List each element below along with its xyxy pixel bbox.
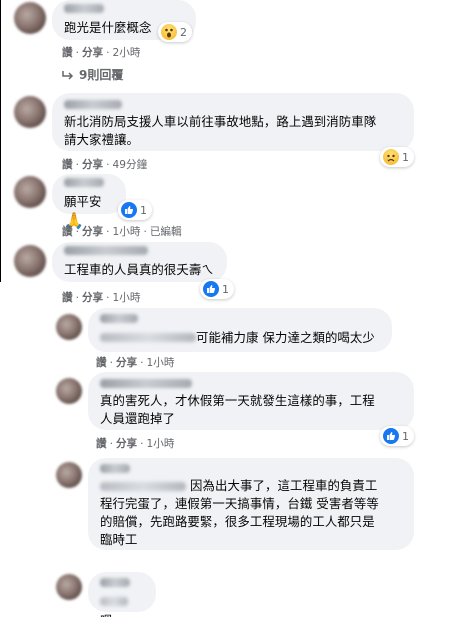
replier-name-blurred[interactable] — [100, 578, 130, 587]
comment-actions: 讚 · 分享 · 1小時 — [62, 292, 141, 304]
like-link[interactable]: 讚 — [62, 159, 73, 171]
comment-time[interactable]: 2小時 — [113, 47, 141, 59]
reaction-count: 1 — [402, 429, 409, 443]
reply-actions: 讚 · 分享 · 1小時 — [96, 438, 175, 450]
reply-text-line: 程行完蛋了，連假第一天搞事情，台鐵 受害者等等 — [100, 496, 379, 511]
share-link[interactable]: 分享 — [82, 226, 103, 238]
comment-text: 跑光是什麼概念 — [64, 20, 152, 35]
replier-avatar[interactable] — [56, 314, 82, 340]
reaction-badge[interactable]: 1 — [118, 200, 152, 220]
reply-text-line: 臨時工 — [100, 532, 138, 547]
replies-count-label: 9則回覆 — [79, 68, 124, 82]
reply-text: 可能補力康 保力達之類的喝太少 — [196, 330, 375, 345]
left-edge-line — [0, 0, 1, 282]
commenter-avatar[interactable] — [14, 96, 46, 128]
commenter-name-blurred[interactable] — [64, 246, 148, 255]
comment-time[interactable]: 1小時 — [113, 226, 141, 238]
replier-avatar[interactable] — [56, 574, 82, 600]
reaction-badge[interactable]: 1 — [200, 279, 234, 299]
reply-text-line: 人員還跑掉了 — [100, 411, 175, 426]
comment-bubble: 工程車的人員真的很夭壽ㄟ — [52, 242, 227, 282]
comment-actions: 讚 · 分享 · 49分鐘 — [62, 159, 148, 171]
comment-actions: 讚 · 分享 · 2小時 — [62, 47, 141, 59]
reply-bubble: 嗯 — [88, 572, 156, 617]
share-link[interactable]: 分享 — [82, 292, 103, 304]
commenter-name-blurred[interactable] — [64, 4, 104, 13]
reply-arrow-icon — [62, 70, 74, 80]
reply-time[interactable]: 1小時 — [147, 438, 175, 450]
comment-text: 工程車的人員真的很夭壽ㄟ — [64, 262, 214, 277]
comment-time[interactable]: 49分鐘 — [113, 159, 148, 171]
reaction-badge[interactable]: 1 — [380, 147, 414, 167]
reaction-badge[interactable]: 1 — [380, 426, 414, 446]
like-link[interactable]: 讚 — [96, 357, 107, 369]
replier-avatar[interactable] — [56, 462, 82, 488]
comment-text-line: 新北消防局支援人車以前往事故地點，路上遇到消防車隊 — [64, 114, 377, 129]
commenter-avatar[interactable] — [14, 2, 46, 34]
replier-name-blurred[interactable] — [100, 314, 138, 323]
reaction-count: 1 — [402, 150, 409, 164]
comment-time[interactable]: 1小時 — [113, 292, 141, 304]
reply-time[interactable]: 1小時 — [147, 357, 175, 369]
commenter-name-blurred[interactable] — [64, 100, 122, 109]
reaction-badge[interactable]: 2 — [158, 22, 192, 42]
reply-text-line: 真的害死人，才休假第一天就發生這樣的事，工程 — [100, 393, 375, 408]
like-icon — [203, 281, 219, 297]
like-link[interactable]: 讚 — [62, 226, 73, 238]
replier-name-blurred[interactable] — [100, 379, 192, 388]
view-replies-link[interactable]: 9則回覆 — [62, 66, 123, 83]
share-link[interactable]: 分享 — [116, 357, 137, 369]
reaction-count: 1 — [140, 203, 147, 217]
mentioned-name-blurred[interactable] — [100, 597, 128, 606]
like-link[interactable]: 讚 — [96, 438, 107, 450]
comment-actions: 讚 · 分享 · 1小時 · 已編輯 — [62, 226, 182, 238]
like-link[interactable]: 讚 — [62, 47, 73, 59]
reply-text: 嗯 — [100, 613, 113, 617]
reply-actions: 讚 · 分享 · 1小時 — [96, 357, 175, 369]
commenter-name-blurred[interactable] — [64, 178, 104, 187]
comment-text: 願平安 — [64, 194, 102, 209]
mentioned-name-blurred[interactable] — [100, 333, 196, 342]
like-icon — [383, 428, 399, 444]
comment-bubble: 願平安🙏 — [52, 174, 126, 230]
share-link[interactable]: 分享 — [82, 47, 103, 59]
comment-bubble: 新北消防局支援人車以前往事故地點，路上遇到消防車隊 請大家禮讓。 — [52, 93, 414, 151]
reply-bubble: 因為出大事了，這工程車的負責工 程行完蛋了，連假第一天搞事情，台鐵 受害者等等 … — [88, 458, 414, 550]
reaction-count: 2 — [180, 25, 187, 39]
wow-emoji-icon — [161, 24, 177, 40]
reaction-count: 1 — [222, 282, 229, 296]
share-link[interactable]: 分享 — [82, 159, 103, 171]
mentioned-name-blurred[interactable] — [100, 482, 186, 491]
reply-text-segment: 因為出大事了，這工程車的負責工 — [190, 478, 378, 493]
reply-text-line: 的賠償，先跑路要緊，很多工程現場的工人都只是 — [100, 514, 375, 529]
share-link[interactable]: 分享 — [116, 438, 137, 450]
replier-avatar[interactable] — [56, 378, 82, 404]
like-icon — [121, 202, 137, 218]
reply-bubble: 可能補力康 保力達之類的喝太少 — [88, 308, 392, 352]
reply-bubble: 真的害死人，才休假第一天就發生這樣的事，工程 人員還跑掉了 — [88, 372, 414, 430]
edited-label: 已編輯 — [149, 226, 182, 238]
like-link[interactable]: 讚 — [62, 292, 73, 304]
comment-text-line: 請大家禮讓。 — [64, 132, 139, 147]
reply-text-line: 因為出大事了，這工程車的負責工 — [100, 477, 402, 495]
sad-emoji-icon — [383, 149, 399, 165]
commenter-avatar[interactable] — [14, 245, 46, 277]
commenter-avatar[interactable] — [14, 176, 46, 208]
replier-name-blurred[interactable] — [100, 464, 130, 473]
